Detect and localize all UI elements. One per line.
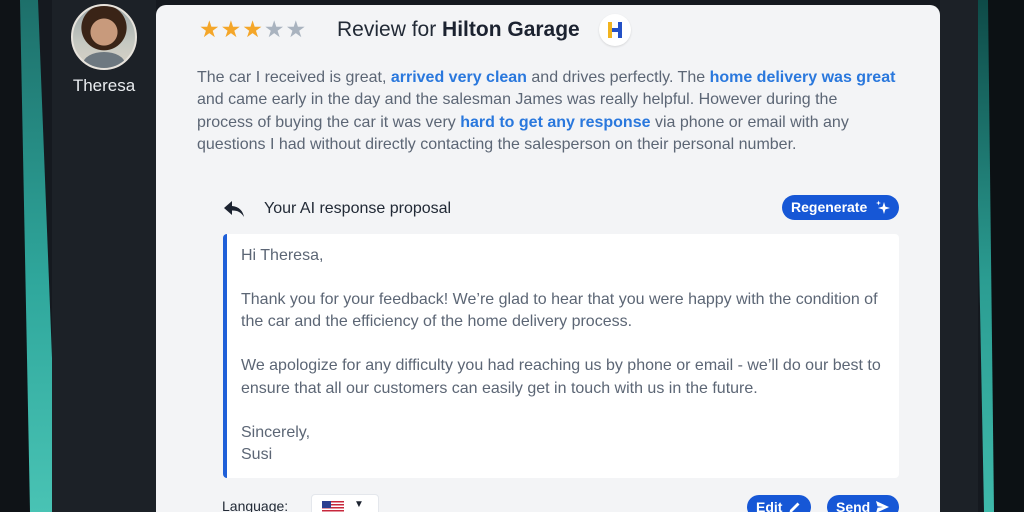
regenerate-button[interactable]: Regenerate — [782, 195, 899, 220]
reply-icon — [224, 201, 244, 217]
response-paragraph: We apologize for any difficulty you had … — [241, 357, 881, 397]
review-highlight: arrived very clean — [390, 69, 527, 86]
reviewer-name: Theresa — [72, 76, 136, 95]
response-paragraph: Hi Theresa, — [241, 247, 324, 264]
review-title-prefix: Review for — [337, 18, 437, 41]
regenerate-label: Regenerate — [791, 199, 868, 215]
star-icon: ★ — [220, 16, 242, 42]
edit-button[interactable]: Edit — [747, 495, 811, 512]
brand-logo — [599, 14, 631, 46]
star-icon: ★ — [199, 16, 220, 42]
review-text-segment: The car I received is great, — [197, 69, 391, 86]
language-label: Language: — [222, 498, 289, 512]
ai-response-text[interactable]: Hi Theresa, Thank you for your feedback! … — [223, 234, 899, 478]
sparkle-icon — [876, 200, 890, 214]
edit-label: Edit — [756, 499, 783, 512]
hilton-logo-icon — [608, 22, 622, 38]
language-select[interactable]: ▼ — [311, 494, 379, 512]
send-label: Send — [836, 499, 871, 512]
right-panel — [940, 0, 978, 512]
review-highlight: hard to get any response — [460, 113, 651, 131]
send-icon — [876, 501, 889, 512]
ai-response-label: Your AI response proposal — [264, 200, 452, 217]
response-paragraph: Sincerely, Susi — [241, 423, 311, 463]
review-title: Review for Hilton Garage — [337, 18, 580, 42]
review-highlight: home delivery was great — [709, 69, 896, 86]
review-text-segment: and drives perfectly. The — [526, 69, 710, 86]
pencil-icon — [789, 502, 800, 512]
send-button[interactable]: Send — [827, 495, 899, 512]
avatar — [71, 4, 137, 70]
review-text: The car I received is great, arrived ver… — [197, 67, 897, 156]
chevron-down-icon: ▼ — [354, 499, 364, 510]
star-icon: ★ — [242, 16, 263, 42]
response-paragraph: Thank you for your feedback! We’re glad … — [241, 290, 878, 331]
business-name: Hilton Garage — [442, 18, 580, 41]
avatar-shirt — [83, 52, 125, 68]
us-flag-icon — [322, 501, 344, 512]
star-rating: ★ ★ ★ ★ ★ — [199, 17, 306, 41]
star-icon: ★ — [285, 16, 307, 42]
star-icon: ★ — [263, 16, 285, 42]
